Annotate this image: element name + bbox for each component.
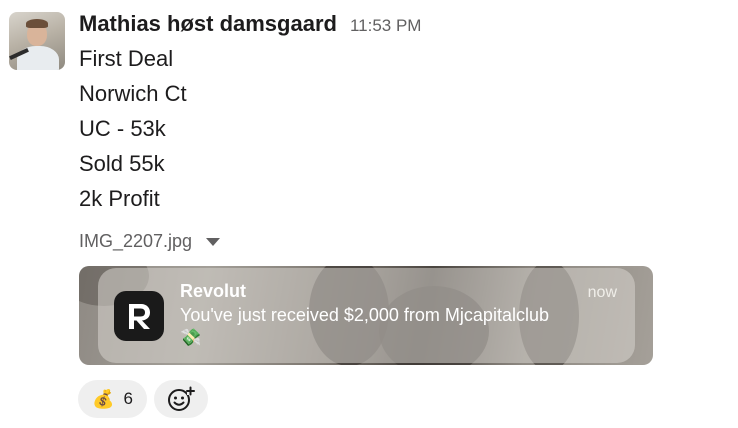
chevron-down-icon[interactable] — [206, 237, 221, 246]
revolut-logo — [114, 291, 164, 341]
avatar-hair — [26, 19, 48, 28]
notification-text: You've just received $2,000 from Mjcapit… — [180, 305, 549, 325]
attachment-file-name[interactable]: IMG_2207.jpg — [79, 231, 192, 252]
message-line: Sold 55k — [79, 151, 165, 176]
notification-app-name: Revolut — [180, 281, 247, 301]
add-reaction-icon — [168, 386, 195, 411]
message-line: UC - 53k — [79, 116, 166, 141]
notification-time: now — [587, 284, 617, 301]
money-with-wings-icon: 💸 — [180, 328, 202, 347]
reaction-pill[interactable]: 💰 6 — [78, 380, 147, 418]
avatar[interactable] — [9, 12, 65, 70]
message-timestamp[interactable]: 11:53 PM — [350, 16, 422, 36]
reaction-count: 6 — [123, 389, 133, 408]
message-line: Norwich Ct — [79, 81, 187, 106]
message-line: First Deal — [79, 46, 174, 71]
attachment-header: IMG_2207.jpg — [79, 231, 221, 252]
message-header: Mathias høst damsgaard 11:53 PM — [79, 11, 421, 39]
sender-name[interactable]: Mathias høst damsgaard — [79, 11, 337, 37]
money-bag-icon: 💰 — [92, 389, 115, 409]
add-reaction-button[interactable] — [154, 380, 208, 418]
revolut-r-icon — [129, 304, 150, 329]
message-line: 2k Profit — [79, 186, 160, 211]
attachment-image[interactable]: Revolut now You've just received $2,000 … — [79, 266, 653, 365]
notification-banner: Revolut now You've just received $2,000 … — [98, 268, 635, 363]
